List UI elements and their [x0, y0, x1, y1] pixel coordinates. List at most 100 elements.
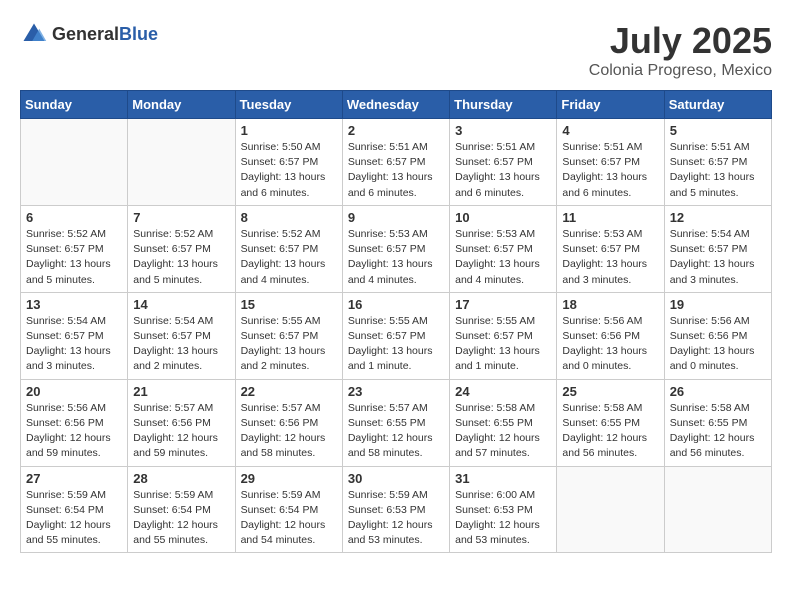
day-number: 26: [670, 384, 766, 399]
day-info: Sunrise: 5:59 AM Sunset: 6:53 PM Dayligh…: [348, 488, 444, 549]
day-number: 19: [670, 297, 766, 312]
calendar-week-row: 1 Sunrise: 5:50 AM Sunset: 6:57 PM Daylig…: [21, 119, 772, 206]
weekday-header-tuesday: Tuesday: [235, 91, 342, 119]
weekday-header-sunday: Sunday: [21, 91, 128, 119]
calendar-week-row: 6 Sunrise: 5:52 AM Sunset: 6:57 PM Daylig…: [21, 205, 772, 292]
calendar-cell: 24 Sunrise: 5:58 AM Sunset: 6:55 PM Dayli…: [450, 379, 557, 466]
day-info: Sunrise: 5:54 AM Sunset: 6:57 PM Dayligh…: [26, 314, 122, 375]
calendar-cell: 11 Sunrise: 5:53 AM Sunset: 6:57 PM Dayli…: [557, 205, 664, 292]
calendar-cell: 7 Sunrise: 5:52 AM Sunset: 6:57 PM Daylig…: [128, 205, 235, 292]
calendar-cell: 28Sunrise: 5:59 AM Sunset: 6:54 PM Dayli…: [128, 466, 235, 553]
day-number: 12: [670, 210, 766, 225]
calendar-cell: 21Sunrise: 5:57 AM Sunset: 6:56 PM Dayli…: [128, 379, 235, 466]
weekday-header-wednesday: Wednesday: [342, 91, 449, 119]
day-number: 1: [241, 123, 337, 138]
logo-general: General: [52, 24, 119, 44]
calendar-header-row: SundayMondayTuesdayWednesdayThursdayFrid…: [21, 91, 772, 119]
day-number: 11: [562, 210, 658, 225]
day-info: Sunrise: 5:55 AM Sunset: 6:57 PM Dayligh…: [241, 314, 337, 375]
calendar-cell: 8 Sunrise: 5:52 AM Sunset: 6:57 PM Daylig…: [235, 205, 342, 292]
location-title: Colonia Progreso, Mexico: [589, 62, 772, 80]
day-info: Sunrise: 5:52 AM Sunset: 6:57 PM Dayligh…: [26, 227, 122, 288]
calendar-cell: 22 Sunrise: 5:57 AM Sunset: 6:56 PM Dayli…: [235, 379, 342, 466]
day-info: Sunrise: 5:51 AM Sunset: 6:57 PM Dayligh…: [562, 140, 658, 201]
calendar-cell: 13 Sunrise: 5:54 AM Sunset: 6:57 PM Dayli…: [21, 292, 128, 379]
day-number: 15: [241, 297, 337, 312]
calendar-cell: 12 Sunrise: 5:54 AM Sunset: 6:57 PM Dayli…: [664, 205, 771, 292]
calendar-cell: 29 Sunrise: 5:59 AM Sunset: 6:54 PM Dayli…: [235, 466, 342, 553]
day-info: Sunrise: 5:59 AM Sunset: 6:54 PM Dayligh…: [241, 488, 337, 549]
calendar-cell: 30 Sunrise: 5:59 AM Sunset: 6:53 PM Dayli…: [342, 466, 449, 553]
day-number: 20: [26, 384, 122, 399]
calendar-cell: 18Sunrise: 5:56 AM Sunset: 6:56 PM Dayli…: [557, 292, 664, 379]
day-number: 16: [348, 297, 444, 312]
day-number: 10: [455, 210, 551, 225]
day-number: 30: [348, 471, 444, 486]
day-number: 8: [241, 210, 337, 225]
day-number: 17: [455, 297, 551, 312]
calendar-cell: 5 Sunrise: 5:51 AM Sunset: 6:57 PM Daylig…: [664, 119, 771, 206]
day-info: Sunrise: 5:51 AM Sunset: 6:57 PM Dayligh…: [348, 140, 444, 201]
weekday-header-saturday: Saturday: [664, 91, 771, 119]
weekday-header-thursday: Thursday: [450, 91, 557, 119]
day-info: Sunrise: 5:55 AM Sunset: 6:57 PM Dayligh…: [455, 314, 551, 375]
day-number: 3: [455, 123, 551, 138]
title-block: July 2025 Colonia Progreso, Mexico: [589, 20, 772, 80]
day-info: Sunrise: 5:57 AM Sunset: 6:55 PM Dayligh…: [348, 401, 444, 462]
day-info: Sunrise: 5:55 AM Sunset: 6:57 PM Dayligh…: [348, 314, 444, 375]
day-info: Sunrise: 5:52 AM Sunset: 6:57 PM Dayligh…: [133, 227, 229, 288]
day-number: 7: [133, 210, 229, 225]
day-info: Sunrise: 5:52 AM Sunset: 6:57 PM Dayligh…: [241, 227, 337, 288]
day-info: Sunrise: 5:50 AM Sunset: 6:57 PM Dayligh…: [241, 140, 337, 201]
day-number: 4: [562, 123, 658, 138]
calendar-cell: 9Sunrise: 5:53 AM Sunset: 6:57 PM Daylig…: [342, 205, 449, 292]
day-info: Sunrise: 5:54 AM Sunset: 6:57 PM Dayligh…: [670, 227, 766, 288]
calendar-week-row: 27Sunrise: 5:59 AM Sunset: 6:54 PM Dayli…: [21, 466, 772, 553]
calendar-cell: [557, 466, 664, 553]
day-number: 29: [241, 471, 337, 486]
calendar-cell: [21, 119, 128, 206]
calendar-cell: 23Sunrise: 5:57 AM Sunset: 6:55 PM Dayli…: [342, 379, 449, 466]
day-info: Sunrise: 5:56 AM Sunset: 6:56 PM Dayligh…: [670, 314, 766, 375]
day-info: Sunrise: 5:51 AM Sunset: 6:57 PM Dayligh…: [670, 140, 766, 201]
day-info: Sunrise: 5:56 AM Sunset: 6:56 PM Dayligh…: [562, 314, 658, 375]
calendar-cell: 27Sunrise: 5:59 AM Sunset: 6:54 PM Dayli…: [21, 466, 128, 553]
day-info: Sunrise: 5:57 AM Sunset: 6:56 PM Dayligh…: [241, 401, 337, 462]
day-info: Sunrise: 5:58 AM Sunset: 6:55 PM Dayligh…: [455, 401, 551, 462]
calendar-cell: 25 Sunrise: 5:58 AM Sunset: 6:55 PM Dayli…: [557, 379, 664, 466]
day-number: 24: [455, 384, 551, 399]
day-info: Sunrise: 5:58 AM Sunset: 6:55 PM Dayligh…: [562, 401, 658, 462]
day-number: 14: [133, 297, 229, 312]
day-number: 31: [455, 471, 551, 486]
logo-icon: [20, 20, 48, 48]
calendar-cell: 2 Sunrise: 5:51 AM Sunset: 6:57 PM Daylig…: [342, 119, 449, 206]
calendar-cell: 20 Sunrise: 5:56 AM Sunset: 6:56 PM Dayli…: [21, 379, 128, 466]
calendar-cell: 6 Sunrise: 5:52 AM Sunset: 6:57 PM Daylig…: [21, 205, 128, 292]
calendar-cell: 4 Sunrise: 5:51 AM Sunset: 6:57 PM Daylig…: [557, 119, 664, 206]
day-number: 6: [26, 210, 122, 225]
page-header: GeneralBlue July 2025 Colonia Progreso, …: [20, 20, 772, 80]
day-info: Sunrise: 5:57 AM Sunset: 6:56 PM Dayligh…: [133, 401, 229, 462]
day-info: Sunrise: 5:53 AM Sunset: 6:57 PM Dayligh…: [562, 227, 658, 288]
day-number: 25: [562, 384, 658, 399]
weekday-header-monday: Monday: [128, 91, 235, 119]
calendar-cell: 15 Sunrise: 5:55 AM Sunset: 6:57 PM Dayli…: [235, 292, 342, 379]
day-number: 22: [241, 384, 337, 399]
day-number: 13: [26, 297, 122, 312]
calendar-cell: 10 Sunrise: 5:53 AM Sunset: 6:57 PM Dayli…: [450, 205, 557, 292]
logo-blue: Blue: [119, 24, 158, 44]
calendar-cell: 31Sunrise: 6:00 AM Sunset: 6:53 PM Dayli…: [450, 466, 557, 553]
day-number: 2: [348, 123, 444, 138]
calendar-table: SundayMondayTuesdayWednesdayThursdayFrid…: [20, 90, 772, 553]
day-info: Sunrise: 5:51 AM Sunset: 6:57 PM Dayligh…: [455, 140, 551, 201]
day-number: 5: [670, 123, 766, 138]
day-info: Sunrise: 5:54 AM Sunset: 6:57 PM Dayligh…: [133, 314, 229, 375]
calendar-week-row: 13 Sunrise: 5:54 AM Sunset: 6:57 PM Dayli…: [21, 292, 772, 379]
calendar-cell: [128, 119, 235, 206]
calendar-cell: 14 Sunrise: 5:54 AM Sunset: 6:57 PM Dayli…: [128, 292, 235, 379]
day-info: Sunrise: 5:56 AM Sunset: 6:56 PM Dayligh…: [26, 401, 122, 462]
day-number: 28: [133, 471, 229, 486]
calendar-cell: 19 Sunrise: 5:56 AM Sunset: 6:56 PM Dayli…: [664, 292, 771, 379]
day-info: Sunrise: 5:53 AM Sunset: 6:57 PM Dayligh…: [455, 227, 551, 288]
calendar-cell: 26Sunrise: 5:58 AM Sunset: 6:55 PM Dayli…: [664, 379, 771, 466]
